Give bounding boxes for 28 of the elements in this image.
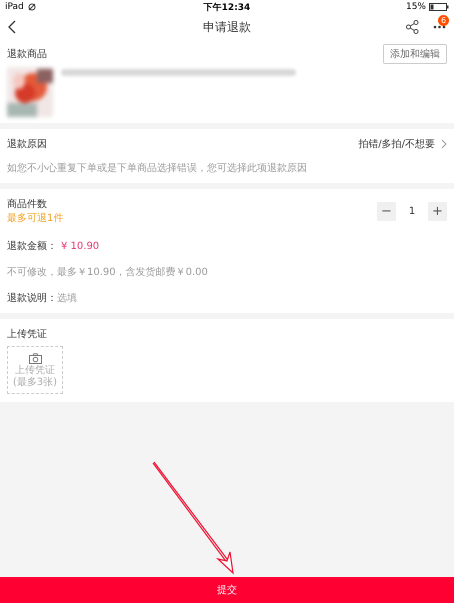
quantity-label: 商品件数 xyxy=(7,198,48,211)
reason-hint: 如您不小心重复下单或是下单商品选择错误，您可选择此项退款原因 xyxy=(7,162,308,175)
chevron-right-icon xyxy=(441,139,447,149)
refund-amount: ¥ 10.90 xyxy=(61,240,100,252)
amount-note: 不可修改，最多￥10.90，含发货邮费￥0.00 xyxy=(7,266,209,279)
page-title: 申请退款 xyxy=(203,20,251,34)
add-edit-button[interactable]: 添加和编辑 xyxy=(383,44,447,64)
section-title: 退款商品 xyxy=(7,48,47,61)
share-icon[interactable] xyxy=(406,20,419,34)
amount-label: 退款金额： xyxy=(7,240,57,253)
reason-value[interactable]: 拍错/多拍/不想要 xyxy=(358,137,435,151)
description-field[interactable]: 选填 xyxy=(57,292,117,304)
battery-icon xyxy=(429,3,449,11)
notification-badge: 6 xyxy=(438,15,449,26)
minus-button[interactable]: − xyxy=(377,202,396,220)
quantity-value: 1 xyxy=(408,206,416,216)
upload-title: 上传凭证 xyxy=(7,328,48,341)
plus-button[interactable]: + xyxy=(428,202,447,220)
battery-percent: 15% xyxy=(406,2,426,12)
reason-label: 退款原因 xyxy=(7,138,47,151)
description-label: 退款说明： xyxy=(7,292,57,305)
refund-limit: 最多可退1件 xyxy=(7,212,64,225)
more-icon[interactable] xyxy=(433,25,446,29)
device-name: iPad xyxy=(5,2,24,12)
back-icon[interactable] xyxy=(8,20,17,34)
status-time: 下午12:34 xyxy=(204,2,250,14)
camera-icon xyxy=(28,352,42,364)
submit-button[interactable]: 提交 xyxy=(0,577,454,603)
